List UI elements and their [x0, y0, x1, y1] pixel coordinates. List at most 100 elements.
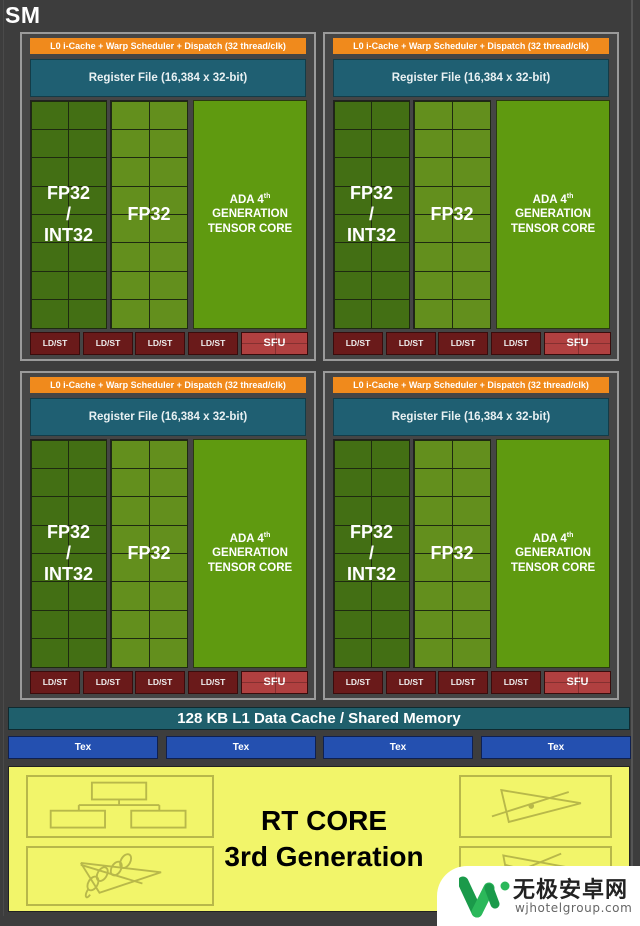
core-cell — [110, 609, 150, 640]
tensor-core-line3: TENSOR CORE — [207, 561, 293, 574]
core-cell — [413, 128, 453, 159]
ld-st-unit: LD/ST — [30, 671, 80, 694]
tensor-core-gen: ADA 4 — [532, 532, 567, 545]
sfu-unit: SFU — [241, 332, 308, 355]
core-cell — [148, 128, 188, 159]
core-cell — [110, 467, 150, 498]
l0-icache-warp-scheduler: L0 i-Cache + Warp Scheduler + Dispatch (… — [333, 377, 609, 393]
ld-st-unit: LD/ST — [333, 671, 383, 694]
ld-st-unit: LD/ST — [30, 332, 80, 355]
core-cell — [148, 609, 188, 640]
core-cell — [451, 609, 491, 640]
core-cell — [371, 439, 410, 469]
core-cell — [148, 299, 188, 329]
core-cell — [110, 638, 150, 668]
ld-st-unit: LD/ST — [386, 671, 436, 694]
tensor-core-line1: ADA 4th — [230, 532, 271, 547]
fp32-column: FP32 — [413, 100, 491, 329]
core-cell — [451, 496, 491, 526]
core-cell — [148, 553, 188, 583]
rt-core-line1: RT CORE — [261, 805, 387, 836]
core-cell — [148, 157, 188, 187]
core-cell — [333, 185, 372, 215]
bvh-tree-icon — [26, 775, 214, 838]
core-cell — [148, 242, 188, 272]
ld-st-unit: LD/ST — [491, 332, 541, 355]
sm-title: SM — [5, 2, 41, 28]
l0-icache-warp-scheduler: L0 i-Cache + Warp Scheduler + Dispatch (… — [30, 377, 306, 393]
tensor-core-line2: GENERATION — [212, 208, 288, 221]
core-cell — [413, 638, 453, 668]
core-cell — [413, 270, 453, 301]
tensor-core-line3: TENSOR CORE — [510, 222, 596, 235]
core-cell — [451, 581, 491, 611]
core-cell — [451, 439, 491, 469]
core-cell — [148, 524, 188, 554]
core-cell — [68, 299, 107, 329]
tensor-core: ADA 4th GENERATION TENSOR CORE — [193, 100, 307, 329]
ld-st-unit: LD/ST — [333, 332, 383, 355]
core-cell — [110, 581, 150, 611]
core-cell — [413, 100, 453, 130]
core-cell — [30, 270, 69, 301]
core-cell — [68, 553, 107, 583]
tex-unit: Tex — [481, 736, 631, 759]
fp32-column: FP32 — [110, 100, 188, 329]
core-cell — [30, 242, 69, 272]
tensor-core-sup: th — [566, 531, 574, 539]
core-cell — [68, 270, 107, 301]
core-cell — [30, 100, 69, 130]
core-cell — [333, 270, 372, 301]
tensor-core-gen: ADA 4 — [229, 193, 264, 206]
core-cell — [148, 185, 188, 215]
ray-triangle-intersection-icon — [459, 775, 612, 838]
core-cell — [110, 185, 150, 215]
core-cell — [68, 185, 107, 215]
core-cell — [333, 242, 372, 272]
ld-st-unit: LD/ST — [83, 671, 133, 694]
core-cell — [451, 553, 491, 583]
fp32-column: FP32 — [110, 439, 188, 668]
register-file: Register File (16,384 x 32-bit) — [333, 59, 609, 97]
core-cell — [68, 100, 107, 130]
core-cell — [110, 270, 150, 301]
core-cell — [371, 270, 410, 301]
core-cell — [371, 553, 410, 583]
core-cell — [30, 185, 69, 215]
tensor-core: ADA 4th GENERATION TENSOR CORE — [496, 100, 610, 329]
tensor-core-line2: GENERATION — [515, 547, 591, 560]
core-cell — [413, 299, 453, 329]
watermark: 无极安卓网 wjhotelgroup.com — [437, 866, 640, 926]
sub-partition-bottom-left: L0 i-Cache + Warp Scheduler + Dispatch (… — [20, 371, 316, 700]
core-cell — [110, 242, 150, 272]
sfu-unit: SFU — [241, 671, 308, 694]
core-cell — [333, 439, 372, 469]
core-cell — [30, 609, 69, 640]
sfu-unit: SFU — [544, 671, 611, 694]
fp32-int32-column: FP32/INT32 — [30, 439, 107, 668]
core-cell — [30, 214, 69, 244]
tex-unit: Tex — [323, 736, 473, 759]
watermark-name: 无极安卓网 — [513, 878, 629, 903]
core-cell — [333, 299, 372, 329]
ld-st-unit: LD/ST — [438, 671, 488, 694]
core-cell — [413, 157, 453, 187]
core-cell — [148, 439, 188, 469]
core-cell — [371, 496, 410, 526]
ld-st-unit: LD/ST — [438, 332, 488, 355]
core-cell — [451, 242, 491, 272]
core-cell — [371, 299, 410, 329]
core-cell — [333, 553, 372, 583]
core-cell — [333, 157, 372, 187]
core-cell — [30, 299, 69, 329]
core-cell — [30, 496, 69, 526]
core-cell — [413, 581, 453, 611]
watermark-url: wjhotelgroup.com — [515, 901, 633, 915]
core-cell — [110, 214, 150, 244]
tensor-core-sup: th — [263, 531, 271, 539]
rt-core-title: RT CORE 3rd Generation — [199, 803, 449, 875]
core-cell — [451, 185, 491, 215]
core-cell — [68, 496, 107, 526]
rt-core-line2: 3rd Generation — [224, 841, 424, 872]
core-cell — [110, 524, 150, 554]
